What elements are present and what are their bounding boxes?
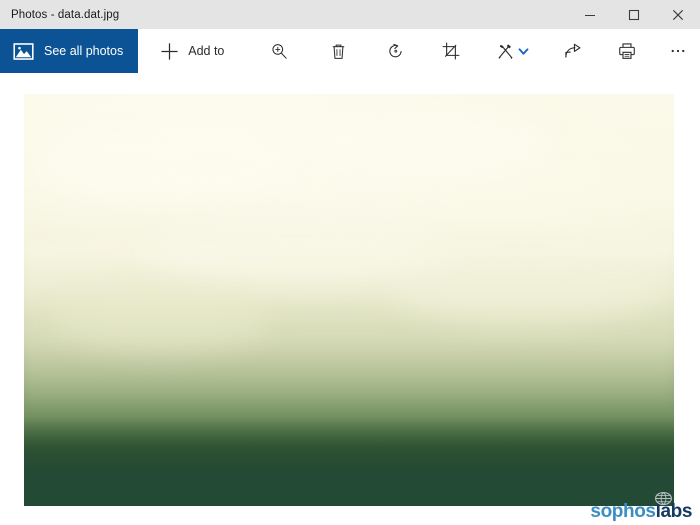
fog-wisp xyxy=(50,291,271,350)
crop-button[interactable] xyxy=(429,29,473,73)
toolbar-gap xyxy=(242,29,257,73)
add-to-label: Add to xyxy=(188,44,225,58)
minimize-button[interactable] xyxy=(568,0,612,29)
maximize-button[interactable] xyxy=(612,0,656,29)
share-button[interactable] xyxy=(551,29,595,73)
print-icon xyxy=(618,43,635,59)
ellipsis-icon xyxy=(671,49,685,53)
more-button[interactable] xyxy=(656,29,700,73)
fog-wisp xyxy=(37,126,297,202)
delete-button[interactable] xyxy=(317,29,361,73)
watermark-sophos: sophos xyxy=(590,501,656,522)
toolbar-gap xyxy=(418,29,429,73)
zoom-in-icon xyxy=(272,43,287,59)
toolbar-gap xyxy=(540,29,551,73)
fog-wisp xyxy=(388,250,661,325)
globe-icon xyxy=(655,491,672,506)
rotate-button[interactable] xyxy=(374,29,418,73)
minimize-icon xyxy=(585,14,595,16)
picture-icon xyxy=(13,42,34,60)
maximize-icon xyxy=(628,9,640,20)
toolbar-gap xyxy=(649,29,657,73)
chevron-down-icon xyxy=(518,47,529,55)
photo-understory xyxy=(24,416,674,474)
close-icon xyxy=(672,9,684,20)
photo-canvas[interactable]: sophos labs xyxy=(0,73,700,525)
see-all-photos-label: See all photos xyxy=(44,44,124,58)
add-to-button[interactable]: Add to xyxy=(138,29,242,73)
crop-icon xyxy=(442,42,460,60)
rotate-icon xyxy=(389,43,402,58)
sophoslabs-watermark: sophos labs xyxy=(590,491,692,522)
title-bar[interactable]: Photos - data.dat.jpg xyxy=(0,0,700,29)
toolbar-gap xyxy=(595,29,605,73)
toolbar: See all photos Add to xyxy=(0,29,700,73)
fog-wisp xyxy=(310,110,557,177)
window-controls xyxy=(568,0,700,29)
enhance-icon xyxy=(498,43,513,59)
toolbar-gap xyxy=(301,29,316,73)
print-button[interactable] xyxy=(605,29,649,73)
toolbar-gap xyxy=(361,29,374,73)
trash-icon xyxy=(332,44,345,59)
zoom-button[interactable] xyxy=(258,29,302,73)
photos-app-window: Photos - data.dat.jpg See all photos Add… xyxy=(0,0,700,525)
photo-image[interactable] xyxy=(24,94,674,506)
enhance-button[interactable] xyxy=(485,29,540,73)
share-icon xyxy=(565,43,581,58)
see-all-photos-button[interactable]: See all photos xyxy=(0,29,139,73)
window-title: Photos - data.dat.jpg xyxy=(11,8,120,21)
plus-icon xyxy=(161,42,178,60)
toolbar-gap xyxy=(473,29,484,73)
photo-bottom-band xyxy=(24,474,674,506)
close-button[interactable] xyxy=(656,0,700,29)
